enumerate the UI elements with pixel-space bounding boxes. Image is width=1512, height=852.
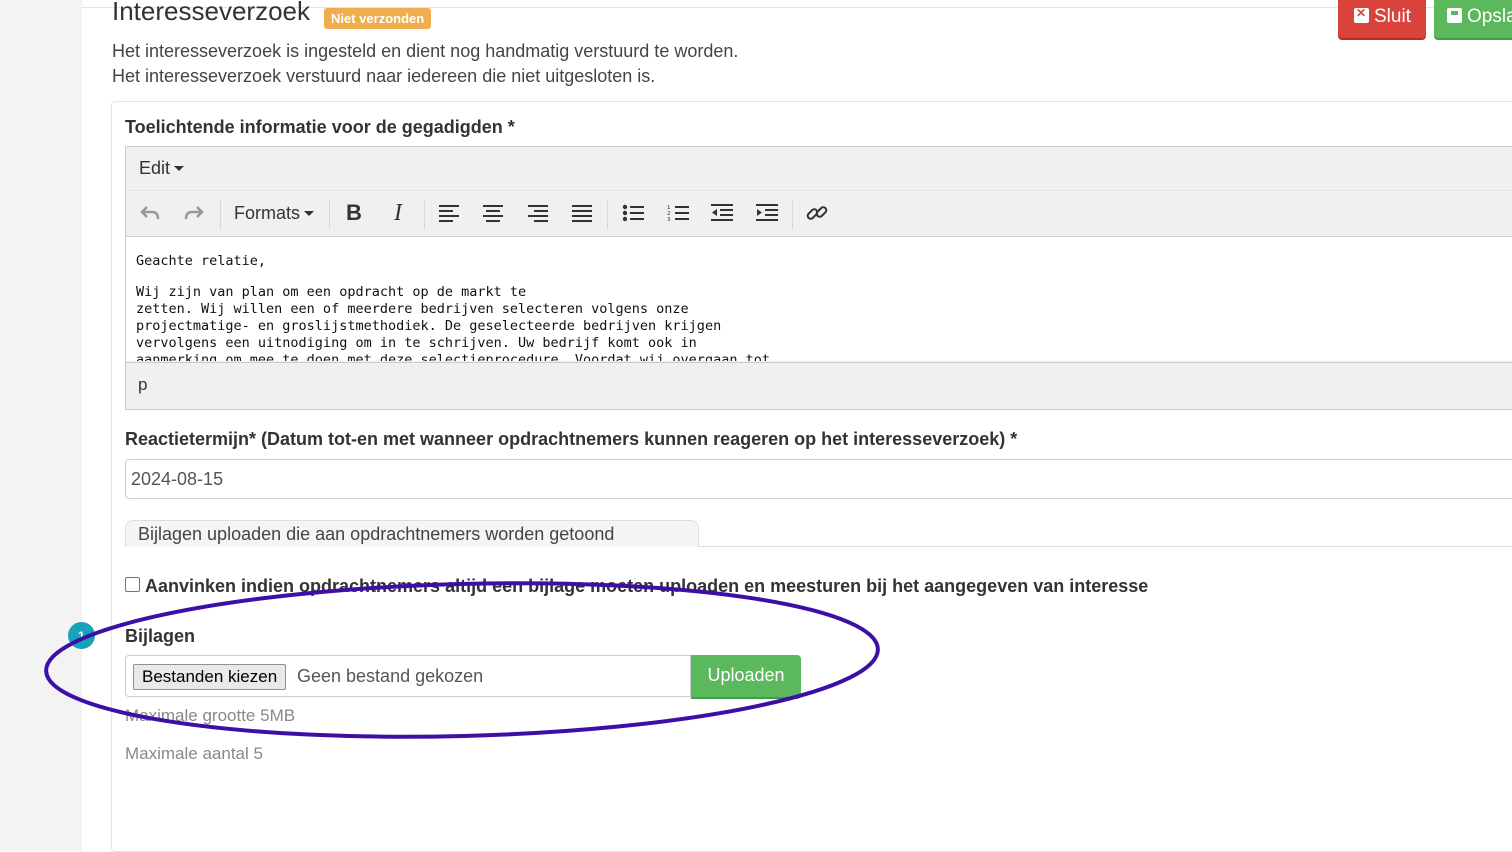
editor-text-line: aanmerking om mee te doen met deze selec…	[136, 352, 770, 361]
max-size-hint: Maximale grootte 5MB	[125, 706, 296, 725]
toolbar-separator	[792, 199, 793, 229]
editor-text-line: Wij zijn van plan om een opdracht op de …	[136, 284, 527, 300]
indent-icon[interactable]	[752, 198, 782, 228]
status-badge: Niet verzonden	[324, 8, 432, 29]
require-attachment-label: Aanvinken indien opdrachtnemers altijd e…	[145, 576, 1149, 596]
italic-icon[interactable]: I	[383, 198, 413, 228]
undo-icon[interactable]	[135, 198, 165, 228]
toolbar-separator	[607, 199, 608, 229]
floppy-disk-icon	[1447, 8, 1462, 23]
menu-edit[interactable]: Edit	[139, 158, 185, 179]
editor-label: Toelichtende informatie voor de gegadigd…	[125, 117, 515, 137]
menu-edit-label: Edit	[139, 158, 171, 178]
description-line-1: Het interesseverzoek is ingesteld en die…	[112, 41, 739, 61]
deadline-label: Reactietermijn* (Datum tot-en met wannee…	[125, 429, 1018, 449]
description-line-2: Het interesseverzoek verstuurd naar iede…	[112, 66, 656, 86]
editor-text-line: Geachte relatie,	[136, 253, 267, 269]
no-file-chosen-text: Geen bestand gekozen	[297, 666, 484, 686]
align-left-icon[interactable]	[434, 198, 464, 228]
toolbar-separator	[220, 199, 221, 229]
left-gutter	[0, 0, 82, 851]
save-button[interactable]: Opsla	[1434, 0, 1512, 38]
caret-down-icon	[304, 211, 315, 216]
rich-text-editor: Edit Formats B I 123 Geachte relatie, Wi…	[125, 146, 1512, 410]
deadline-date-input[interactable]	[125, 459, 1512, 499]
caret-down-icon	[174, 166, 185, 171]
align-right-icon[interactable]	[523, 198, 553, 228]
bold-icon[interactable]: B	[339, 198, 369, 228]
outdent-icon[interactable]	[707, 198, 737, 228]
save-button-label: Opsla	[1467, 6, 1512, 27]
file-input: Bestanden kiezen Geen bestand gekozen	[125, 655, 691, 697]
tab-attachments-upload[interactable]: Bijlagen uploaden die aan opdrachtnemers…	[125, 520, 699, 547]
close-icon	[1354, 6, 1369, 23]
align-center-icon[interactable]	[478, 198, 508, 228]
choose-files-button[interactable]: Bestanden kiezen	[133, 664, 287, 690]
link-icon[interactable]	[802, 198, 832, 228]
editor-text-line: projectmatige- en groslijstmethodiek. De…	[136, 318, 722, 334]
close-button-label: Sluit	[1374, 6, 1411, 27]
page-title: Interesseverzoek	[112, 0, 310, 26]
formats-dropdown[interactable]: Formats	[234, 203, 315, 224]
formats-label: Formats	[234, 203, 301, 223]
bullet-list-icon[interactable]	[618, 198, 648, 228]
editor-toolbar: Formats B I 123	[126, 191, 1512, 237]
editor-menubar: Edit	[126, 147, 1512, 191]
element-path[interactable]: p	[138, 375, 147, 395]
toolbar-separator	[424, 199, 425, 229]
svg-text:3: 3	[667, 217, 671, 222]
editor-text-line: zetten. Wij willen een of meerdere bedri…	[136, 301, 689, 317]
editor-text-line: vervolgens een uitnodiging om in te schr…	[136, 335, 697, 351]
attachments-label: Bijlagen	[125, 626, 196, 646]
numbered-list-icon[interactable]: 123	[663, 198, 693, 228]
upload-button[interactable]: Uploaden	[691, 655, 801, 697]
align-justify-icon[interactable]	[567, 198, 597, 228]
redo-icon[interactable]	[179, 198, 209, 228]
editor-statusbar: p	[126, 362, 1512, 409]
close-button[interactable]: Sluit	[1338, 0, 1426, 38]
require-attachment-checkbox[interactable]	[125, 577, 140, 592]
editor-content-area[interactable]: Geachte relatie, Wij zijn van plan om ee…	[126, 237, 1512, 361]
step-indicator: 1	[68, 622, 95, 649]
max-count-hint: Maximale aantal 5	[125, 744, 263, 763]
toolbar-separator	[329, 199, 330, 229]
